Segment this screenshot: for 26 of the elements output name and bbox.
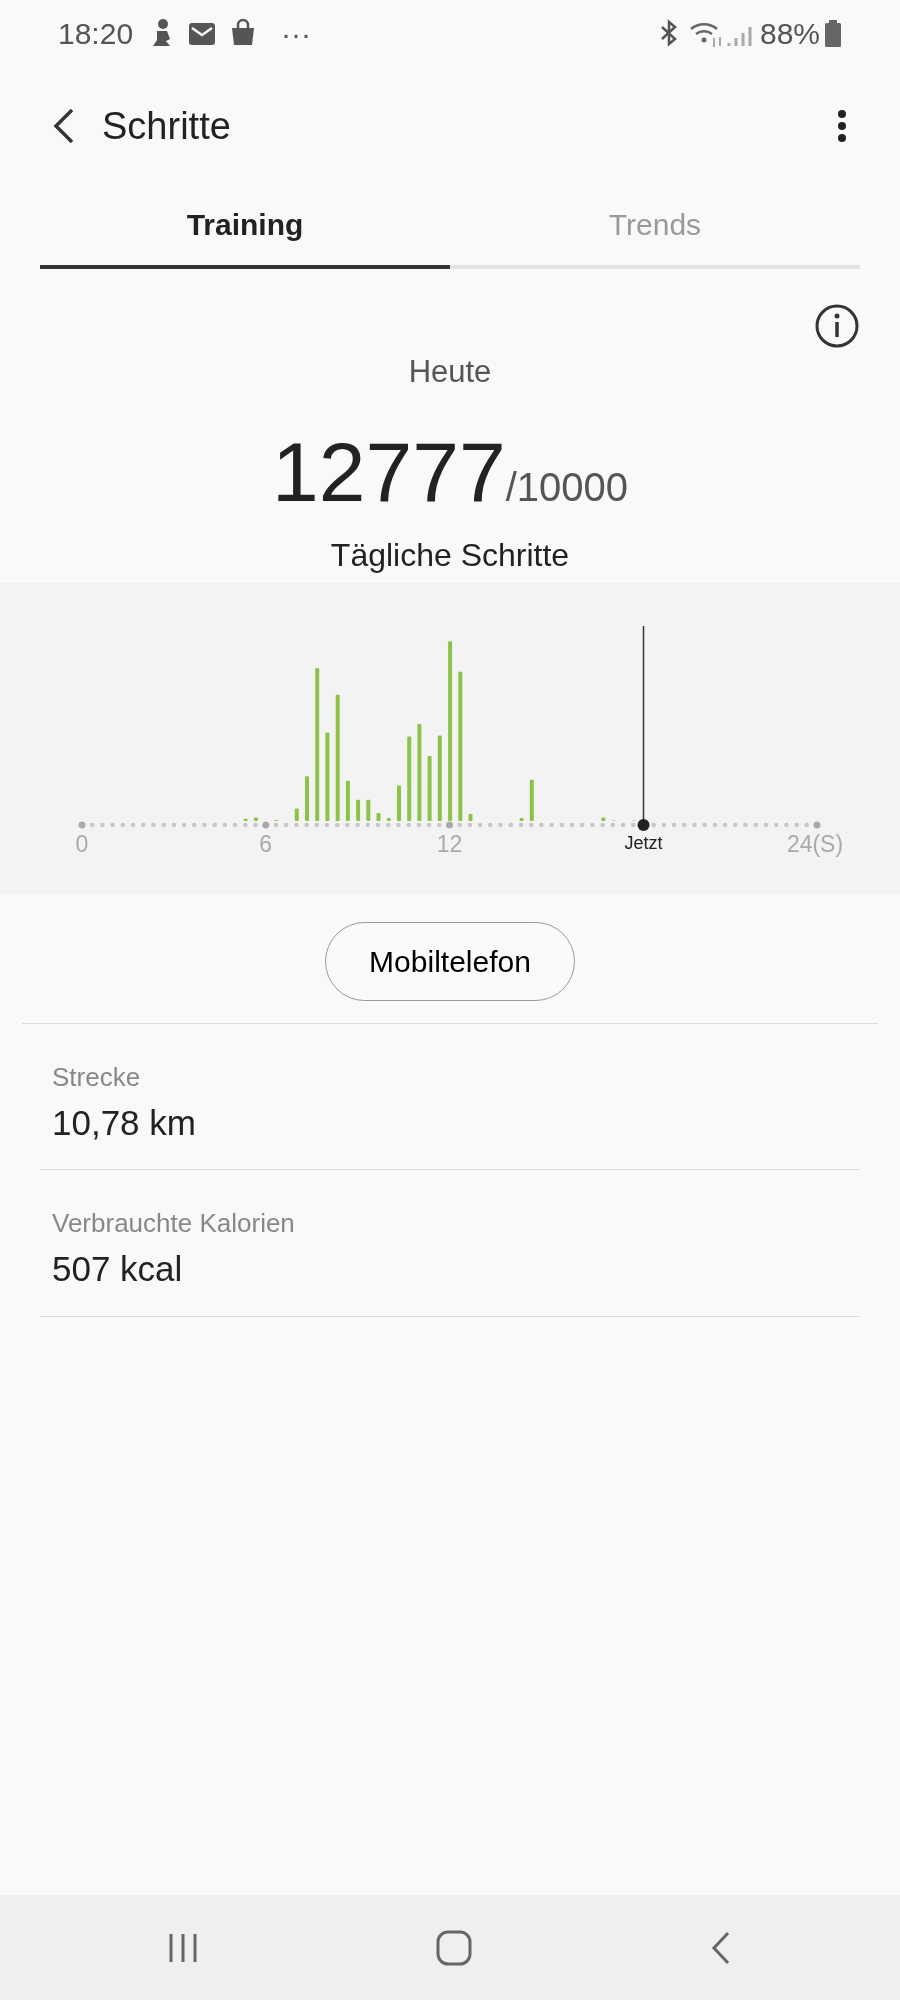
- step-goal: /10000: [505, 463, 628, 511]
- source-button[interactable]: Mobiltelefon: [325, 921, 575, 1001]
- home-icon: [435, 1928, 473, 1967]
- battery-icon: [824, 18, 842, 48]
- more-notifications: ···: [281, 15, 312, 52]
- stat-label: Verbrauchte Kalorien: [52, 1207, 296, 1240]
- more-icon: [838, 110, 846, 142]
- more-options-button[interactable]: [838, 110, 846, 142]
- page-title: Schritte: [102, 103, 232, 149]
- now-label: Jetzt: [624, 832, 663, 853]
- stat-value: 507 kcal: [52, 1248, 184, 1290]
- battery-level: 88%: [759, 15, 820, 52]
- step-count: 12777: [272, 429, 506, 514]
- chart-title: Tägliche Schritte: [330, 535, 570, 575]
- stat-value: 10,78 km: [52, 1101, 197, 1144]
- axis-label: 24(S): [786, 830, 844, 857]
- home-button[interactable]: [435, 1928, 473, 1967]
- axis-label: 12: [436, 830, 463, 857]
- axis-label: 0: [75, 830, 89, 857]
- day-caption: Heute: [408, 353, 492, 391]
- status-time: 18:20: [58, 15, 134, 52]
- axis-label: 6: [259, 830, 273, 857]
- stat-label: Strecke: [52, 1060, 142, 1094]
- info-icon: [814, 303, 860, 349]
- tab[interactable]: Training: [40, 186, 450, 269]
- info-button[interactable]: [814, 303, 860, 349]
